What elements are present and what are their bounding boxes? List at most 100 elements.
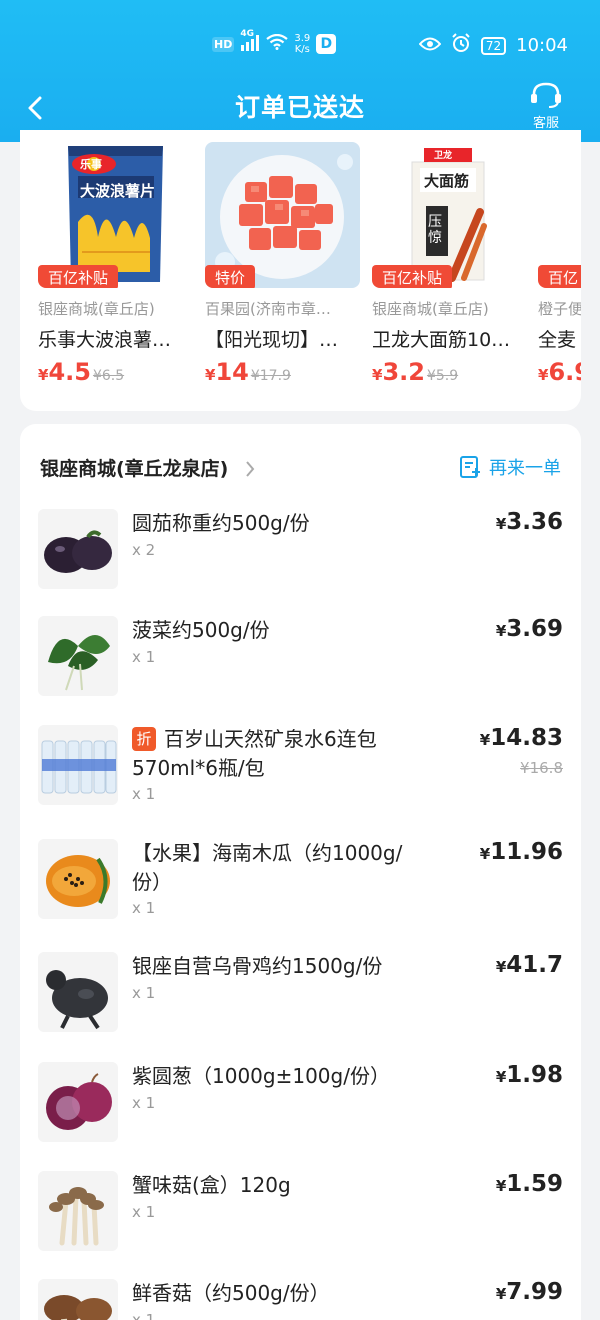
chips-brand-label: 乐事 xyxy=(80,158,102,171)
item-qty: x 1 xyxy=(132,1311,156,1320)
rec-store: 银座商城(章丘店) xyxy=(38,300,155,318)
promo-tag: 百亿补贴 xyxy=(38,265,119,288)
yen-symbol: ¥ xyxy=(538,366,549,384)
header: HD 4G 3.9 K/s D 72 10:04 订单已送达 客服 xyxy=(0,0,600,142)
order-item[interactable]: 紫圆葱（1000g±100g/份） x 1 ¥1.98 xyxy=(38,1062,563,1146)
yen-symbol: ¥ xyxy=(495,1177,507,1195)
price-now: 14 xyxy=(215,358,249,386)
rec-name: 全麦 xyxy=(538,329,577,351)
order-item[interactable]: 蟹味菇(盒）120g x 1 ¥1.59 xyxy=(38,1171,563,1255)
yen-symbol: ¥ xyxy=(495,515,507,533)
customer-service-button[interactable]: 客服 xyxy=(526,82,566,131)
yen-symbol: ¥ xyxy=(495,1285,507,1303)
rec-price: ¥6.9 xyxy=(538,358,581,386)
status-bar: HD 4G 3.9 K/s D 72 10:04 xyxy=(0,28,600,64)
clock: 10:04 xyxy=(516,35,568,56)
item-name: 菠菜约500g/份 xyxy=(132,618,270,642)
item-price: ¥1.59 xyxy=(496,1171,563,1197)
order-item[interactable]: 银座自营乌骨鸡约1500g/份 x 1 ¥41.7 xyxy=(38,952,563,1036)
product-image-gluten: 卫龙 大面筋 压惊 百亿补贴 xyxy=(372,142,527,288)
price-value: 1.98 xyxy=(506,1062,563,1088)
promo-tag: 特价 xyxy=(205,265,256,288)
net-speed-unit: K/s xyxy=(294,44,310,55)
order-item[interactable]: 鲜香菇（约500g/份） x 1 ¥7.99 xyxy=(38,1279,563,1320)
rec-price: ¥4.5 ¥6.5 xyxy=(38,358,193,386)
order-card: 银座商城(章丘龙泉店) 再来一单 圆茄称重约500g/份 x 2 ¥3.36 菠… xyxy=(20,424,581,1320)
item-qty: x 1 xyxy=(132,1203,156,1221)
alarm-icon xyxy=(451,33,471,58)
promo-tag: 百亿 xyxy=(538,265,581,288)
price-now: 6.9 xyxy=(548,358,581,386)
price-original: ¥5.9 xyxy=(426,368,459,384)
product-image-watermelon: 特价 xyxy=(205,142,360,288)
recommend-item[interactable]: 百亿 橙子便 全麦 ¥6.9 xyxy=(538,142,581,386)
price-value: 41.7 xyxy=(506,952,563,978)
water-bottles-image xyxy=(38,725,118,805)
order-item[interactable]: 圆茄称重约500g/份 x 2 ¥3.36 xyxy=(38,509,563,593)
item-qty: x 2 xyxy=(132,541,156,559)
reorder-icon xyxy=(460,456,480,478)
page-title: 订单已送达 xyxy=(234,93,365,122)
yen-symbol: ¥ xyxy=(495,1068,507,1086)
price-value: 3.69 xyxy=(506,616,563,642)
price-now: 4.5 xyxy=(48,358,91,386)
rec-store: 银座商城(章丘店) xyxy=(372,300,489,318)
reorder-button[interactable]: 再来一单 xyxy=(459,454,561,480)
recommend-item[interactable]: 特价 百果园(济南市章… 【阳光现切】… ¥14 ¥17.9 xyxy=(205,142,360,386)
snack-title-label: 大面筋 xyxy=(424,172,470,190)
price-value: 1.59 xyxy=(506,1171,563,1197)
order-item[interactable]: 菠菜约500g/份 x 1 ¥3.69 xyxy=(38,616,563,700)
price-value: 14.83 xyxy=(490,725,563,751)
battery-icon: 72 xyxy=(480,36,507,55)
recommendation-carousel: 乐事 大波浪薯片 百亿补贴 银座商城(章丘店) 乐事大波浪薯… ¥4.5 ¥6.5… xyxy=(20,130,581,411)
product-image-bread: 百亿 xyxy=(538,142,581,288)
item-name: 折百岁山天然矿泉水6连包570ml*6瓶/包 xyxy=(132,725,422,783)
promo-tag: 百亿补贴 xyxy=(372,265,453,288)
item-qty: x 1 xyxy=(132,899,156,917)
rec-store: 百果园(济南市章… xyxy=(205,300,331,318)
item-qty: x 1 xyxy=(132,1094,156,1112)
rec-name: 乐事大波浪薯… xyxy=(38,329,172,351)
spinach-image xyxy=(38,616,118,696)
rec-price: ¥14 ¥17.9 xyxy=(205,358,360,386)
yen-symbol: ¥ xyxy=(495,958,507,976)
order-item[interactable]: 折百岁山天然矿泉水6连包570ml*6瓶/包 x 1 ¥14.83 ¥16.8 xyxy=(38,725,563,815)
reorder-label: 再来一单 xyxy=(489,458,561,479)
wifi-icon xyxy=(266,33,289,55)
item-price: ¥11.96 xyxy=(480,839,563,865)
service-label: 客服 xyxy=(532,116,559,131)
yen-symbol: ¥ xyxy=(205,366,216,384)
yen-symbol: ¥ xyxy=(372,366,383,384)
recommend-item[interactable]: 卫龙 大面筋 压惊 百亿补贴 银座商城(章丘店) 卫龙大面筋10… ¥3.2 ¥5… xyxy=(372,142,527,386)
yen-symbol: ¥ xyxy=(38,366,49,384)
item-price: ¥7.99 xyxy=(496,1279,563,1305)
yen-symbol: ¥ xyxy=(479,845,491,863)
item-name: 鲜香菇（约500g/份） xyxy=(132,1281,330,1305)
product-image-chips: 乐事 大波浪薯片 百亿补贴 xyxy=(38,142,193,288)
net-speed-value: 3.9 xyxy=(294,33,311,44)
price-original: ¥17.9 xyxy=(250,368,291,384)
signal-icon: 4G xyxy=(240,29,260,54)
nav-bar: 订单已送达 客服 xyxy=(0,80,600,134)
papaya-image xyxy=(38,839,118,919)
price-value: 11.96 xyxy=(490,839,563,865)
recommend-item[interactable]: 乐事 大波浪薯片 百亿补贴 银座商城(章丘店) 乐事大波浪薯… ¥4.5 ¥6.5 xyxy=(38,142,193,386)
network-type: 4G xyxy=(240,28,254,39)
chevron-right-icon[interactable] xyxy=(245,460,255,482)
item-name: 蟹味菇(盒）120g xyxy=(132,1173,291,1197)
snack-brand-label: 卫龙 xyxy=(434,151,453,161)
order-item[interactable]: 【水果】海南木瓜（约1000g/份） x 1 ¥11.96 xyxy=(38,839,563,929)
battery-level: 72 xyxy=(485,38,502,53)
item-price: ¥14.83 xyxy=(480,725,563,751)
rec-name: 【阳光现切】… xyxy=(205,329,339,351)
chips-title-label: 大波浪薯片 xyxy=(80,182,156,200)
store-name-link[interactable]: 银座商城(章丘龙泉店) xyxy=(40,458,228,480)
yen-symbol: ¥ xyxy=(479,731,491,749)
item-price: ¥3.69 xyxy=(496,616,563,642)
red-onion-image xyxy=(38,1062,118,1142)
item-name: 紫圆葱（1000g±100g/份） xyxy=(132,1064,390,1088)
item-price: ¥1.98 xyxy=(496,1062,563,1088)
eye-icon xyxy=(418,36,442,56)
eggplant-image xyxy=(38,509,118,589)
price-now: 3.2 xyxy=(382,358,425,386)
